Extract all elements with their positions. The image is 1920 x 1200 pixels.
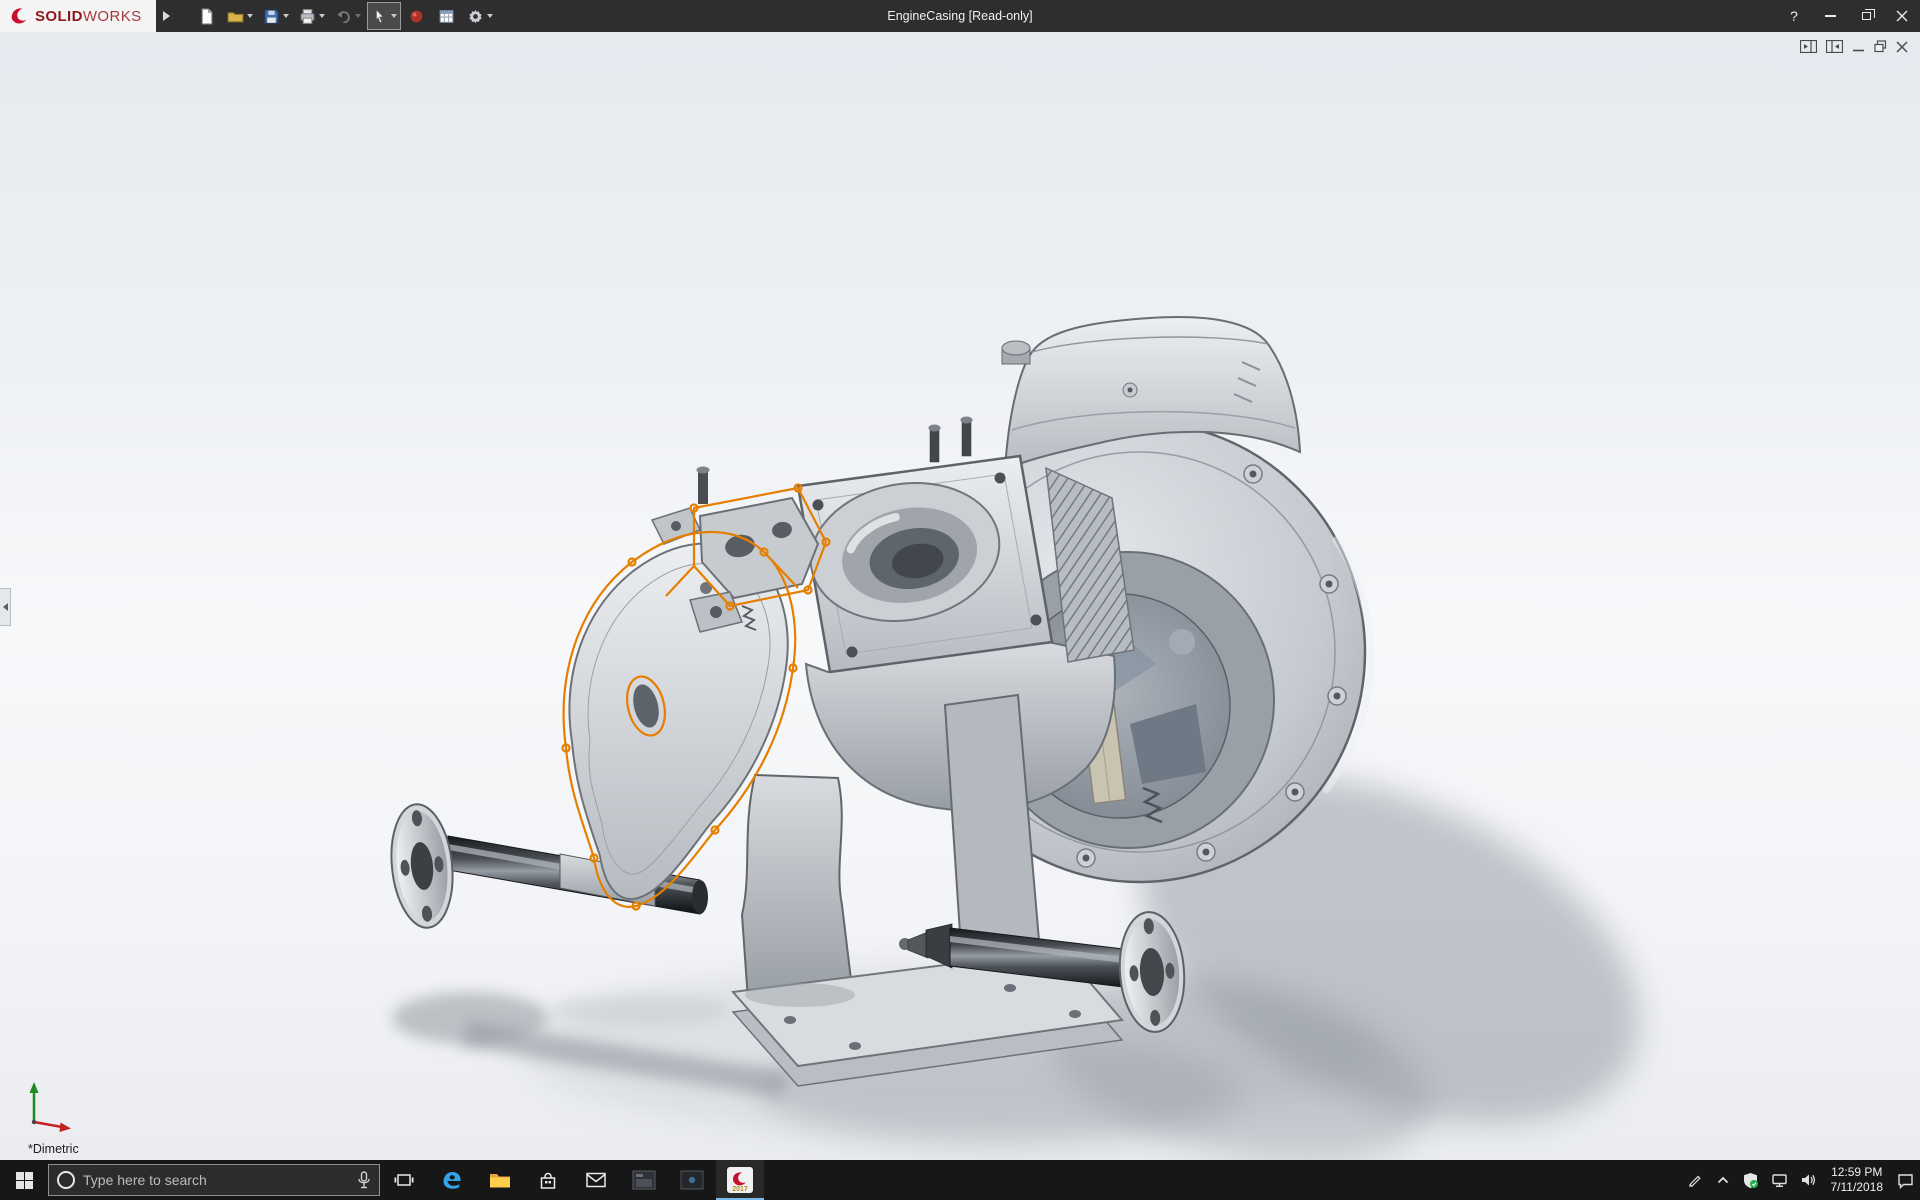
- engine-casing-model[interactable]: [0, 32, 1920, 1160]
- windows-ink-button[interactable]: [1682, 1160, 1710, 1200]
- mail-envelope-icon: [586, 1172, 606, 1188]
- restore-button[interactable]: [1848, 0, 1884, 32]
- windows-taskbar: 2017: [0, 1160, 1920, 1200]
- doc-close-button[interactable]: [1896, 40, 1908, 53]
- volume-button[interactable]: [1794, 1160, 1823, 1200]
- clock-date: 7/11/2018: [1830, 1180, 1884, 1194]
- media-app-icon: [632, 1170, 656, 1190]
- network-button[interactable]: [1765, 1160, 1794, 1200]
- featuremanager-flyout-tab[interactable]: [0, 588, 11, 626]
- restore-icon: [1861, 9, 1875, 20]
- action-center-button[interactable]: [1891, 1160, 1920, 1200]
- help-button[interactable]: ?: [1776, 0, 1812, 32]
- media-app-button[interactable]: [620, 1160, 668, 1200]
- studs: [928, 416, 973, 463]
- solidworks-app-button[interactable]: 2017: [716, 1160, 764, 1200]
- security-button[interactable]: [1736, 1160, 1765, 1200]
- edge-icon: [443, 1172, 461, 1189]
- open-icon: [227, 11, 243, 22]
- chevron-up-icon: [1717, 1176, 1728, 1184]
- print-icon: [300, 8, 314, 24]
- open-caret-icon: [246, 14, 253, 18]
- select-cursor-icon: [375, 8, 384, 23]
- y-axis-arrow: [29, 1082, 39, 1093]
- brand-solid: SOLID: [35, 7, 83, 25]
- select-button[interactable]: [366, 2, 401, 30]
- gear-icon: [468, 9, 482, 24]
- folder-icon: [490, 1174, 510, 1188]
- expand-arrow-icon: [163, 11, 171, 21]
- show-right-pane-button[interactable]: [1826, 40, 1843, 53]
- document-window-controls: [1800, 40, 1908, 53]
- orientation-triad: [29, 1082, 71, 1132]
- minimize-icon: [1824, 15, 1836, 17]
- design-table-button[interactable]: [434, 3, 460, 29]
- speaker-icon: [1801, 1174, 1815, 1186]
- secondary-app-icon: [680, 1170, 704, 1190]
- taskbar-clock[interactable]: 12:59 PM 7/11/2018: [1823, 1160, 1892, 1200]
- brand-text: SOLIDWORKS: [35, 8, 142, 25]
- solidworks-year-badge: 2017: [732, 1186, 748, 1193]
- print-caret-icon: [318, 14, 325, 18]
- shield-icon: [1743, 1172, 1758, 1188]
- options-caret-icon: [486, 14, 493, 18]
- design-table-icon: [439, 9, 454, 23]
- new-document-icon: [201, 8, 213, 24]
- start-button[interactable]: [0, 1160, 48, 1200]
- undo-button[interactable]: [332, 3, 364, 29]
- store-button[interactable]: [524, 1160, 572, 1200]
- brand-works: WORKS: [82, 7, 142, 25]
- minimize-button[interactable]: [1812, 0, 1848, 32]
- close-icon: [1896, 10, 1908, 22]
- flyout-arrow-icon: [2, 603, 8, 611]
- close-button[interactable]: [1884, 0, 1920, 32]
- save-icon: [264, 9, 278, 23]
- new-document-button[interactable]: [194, 3, 220, 29]
- task-view-icon: [394, 1173, 414, 1186]
- task-view-button[interactable]: [380, 1160, 428, 1200]
- file-explorer-button[interactable]: [476, 1160, 524, 1200]
- cortana-icon: [57, 1171, 75, 1189]
- undo-icon: [336, 10, 350, 23]
- toolbar-expand-button[interactable]: [156, 0, 178, 32]
- store-bag-icon: [540, 1172, 556, 1189]
- solidworks-logo: SOLIDWORKS: [0, 0, 156, 32]
- edge-button[interactable]: [428, 1160, 476, 1200]
- mail-button[interactable]: [572, 1160, 620, 1200]
- microphone-icon[interactable]: [357, 1171, 371, 1189]
- show-left-pane-button[interactable]: [1800, 40, 1817, 53]
- pen-icon: [1688, 1175, 1701, 1188]
- search-input[interactable]: [83, 1172, 349, 1188]
- render-sphere-button[interactable]: [404, 3, 430, 29]
- clock-time: 12:59 PM: [1831, 1165, 1883, 1179]
- network-icon: [1771, 1173, 1787, 1187]
- quick-access-toolbar: [194, 2, 496, 30]
- doc-restore-button[interactable]: [1874, 40, 1887, 53]
- print-button[interactable]: [296, 3, 328, 29]
- windows-logo-icon: [15, 1171, 33, 1189]
- graphics-viewport[interactable]: *Dimetric: [0, 32, 1920, 1160]
- system-tray: 12:59 PM 7/11/2018: [1682, 1160, 1920, 1200]
- secondary-app-button[interactable]: [668, 1160, 716, 1200]
- window-controls: ?: [1776, 0, 1920, 32]
- solidworks-app-icon: 2017: [727, 1167, 753, 1193]
- options-button[interactable]: [464, 3, 496, 29]
- open-button[interactable]: [224, 3, 256, 29]
- left-axle-flange: [390, 803, 454, 929]
- doc-minimize-button[interactable]: [1852, 40, 1865, 53]
- render-sphere-icon: [410, 10, 423, 22]
- titlebar: SOLIDWORKS EngineCasing [Read-only] ?: [0, 0, 1920, 32]
- save-caret-icon: [282, 14, 289, 18]
- hidden-icons-button[interactable]: [1710, 1160, 1736, 1200]
- x-axis-arrow: [59, 1122, 71, 1132]
- taskbar-search[interactable]: [48, 1164, 380, 1196]
- ds-swirl-icon: [11, 8, 27, 24]
- action-center-icon: [1898, 1173, 1913, 1189]
- undo-caret-icon: [354, 14, 361, 18]
- save-button[interactable]: [260, 3, 292, 29]
- select-caret-icon: [390, 14, 397, 18]
- view-orientation-label: *Dimetric: [28, 1142, 79, 1156]
